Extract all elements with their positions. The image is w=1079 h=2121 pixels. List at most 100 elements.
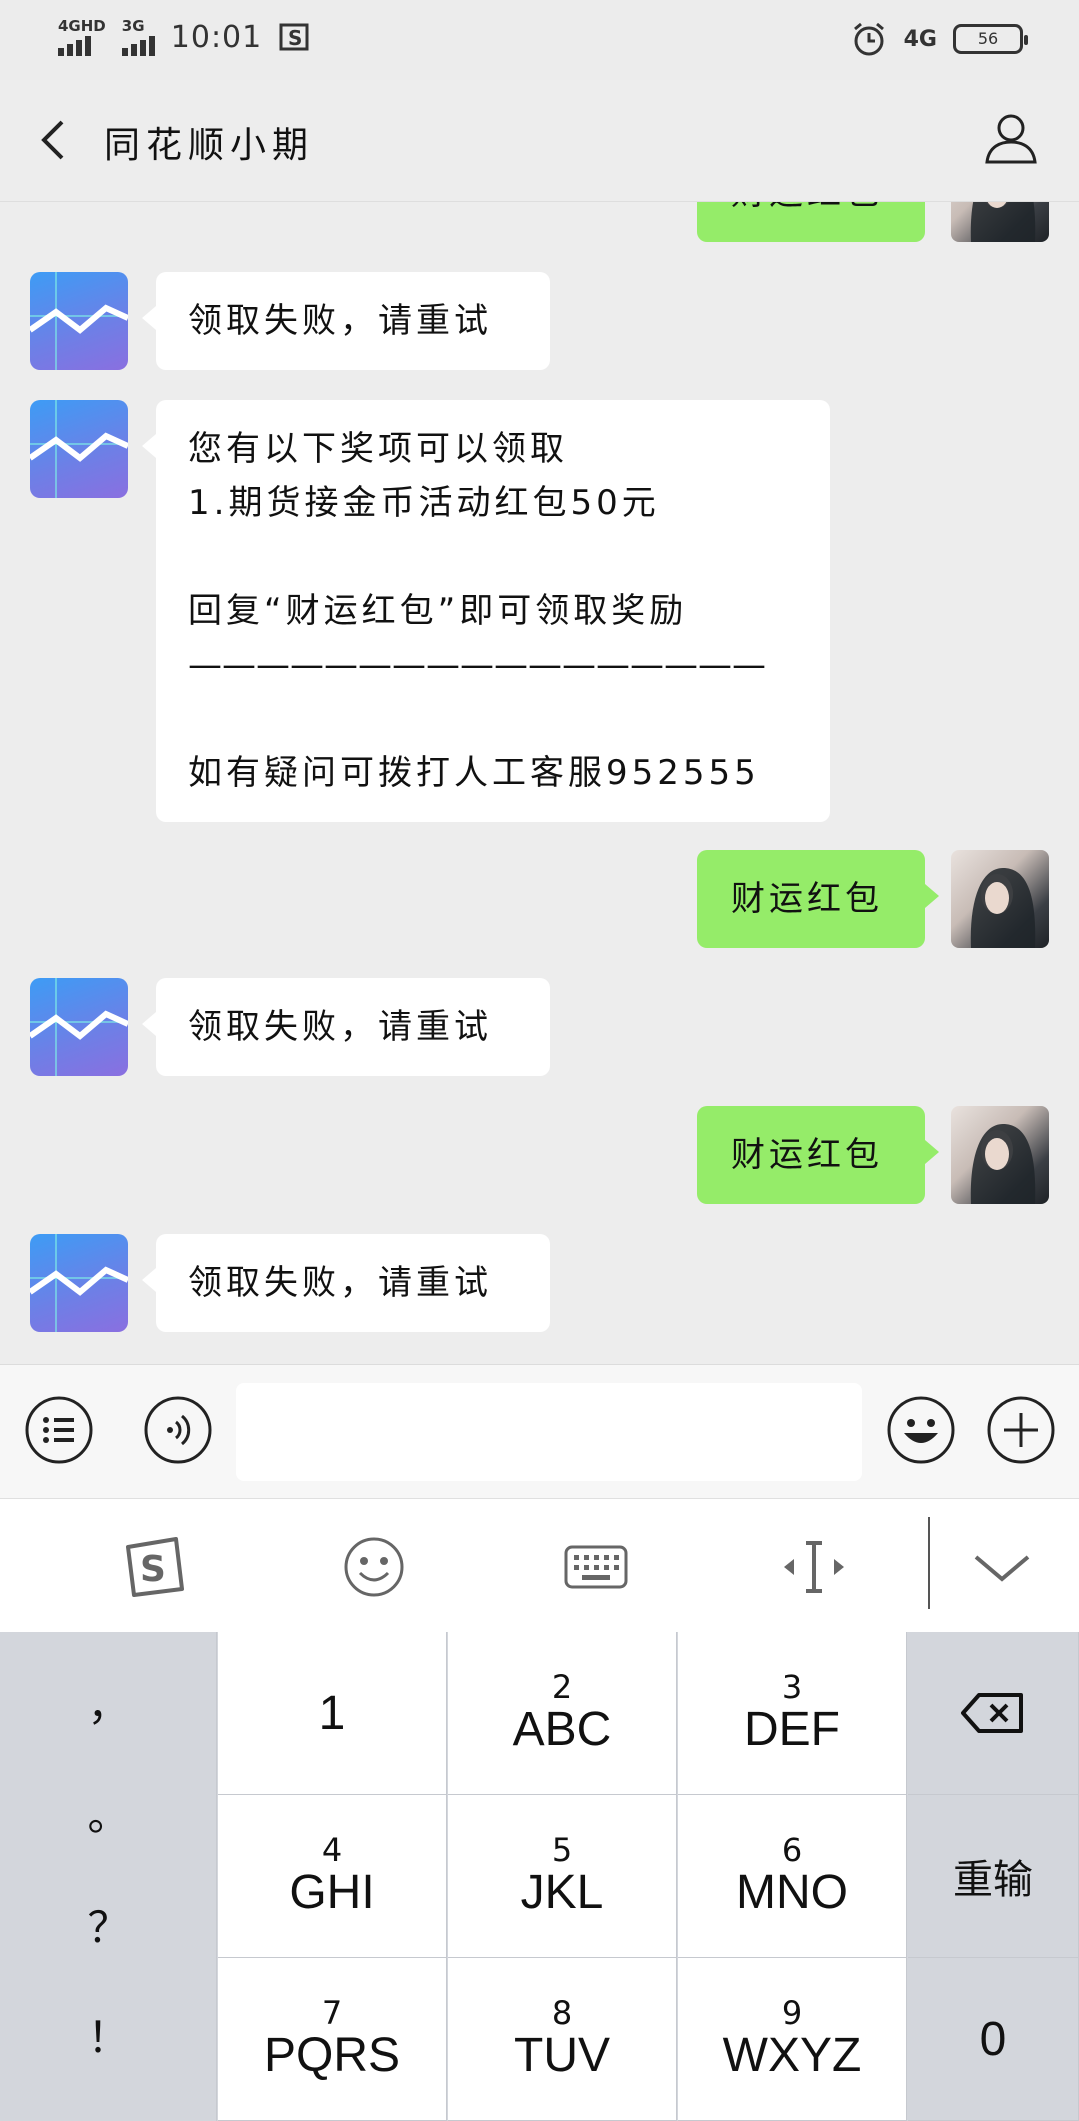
- retype-key[interactable]: 重输: [908, 1795, 1079, 1958]
- voice-icon[interactable]: [143, 1395, 213, 1465]
- key-letters: ABC: [512, 1703, 612, 1756]
- message-line: —————————————————: [188, 645, 766, 685]
- key-letters: JKL: [520, 1866, 604, 1919]
- menu-list-icon[interactable]: [24, 1395, 94, 1465]
- backspace-key[interactable]: [908, 1632, 1079, 1795]
- screenshot-s-icon: S: [279, 23, 309, 51]
- message-line: 回复“财运红包”即可领取奖励: [188, 591, 688, 631]
- svg-text:S: S: [140, 1549, 166, 1590]
- keyboard-icon[interactable]: [562, 1533, 630, 1601]
- message-line: [188, 692, 798, 746]
- user-avatar[interactable]: [951, 850, 1049, 948]
- signal-bars-icon: [121, 34, 155, 56]
- battery-icon: 56: [953, 24, 1028, 54]
- t9-keyboard: ， 。 ？ ！ 1 2 ABC 3 DEF 4 GHI 5 JKL 6 MNO …: [0, 1632, 1079, 2121]
- alarm-clock-icon: [853, 22, 884, 56]
- message-text: 财运红包: [731, 879, 883, 919]
- key-4[interactable]: 4 GHI: [218, 1795, 447, 1958]
- key-number: 4: [321, 1831, 343, 1869]
- network-label-2: 3G: [121, 17, 145, 35]
- key-label: 0: [979, 2012, 1007, 2066]
- key-letters: WXYZ: [722, 2029, 862, 2082]
- message-text: 领取失败，请重试: [188, 1007, 492, 1047]
- backspace-icon: [961, 1693, 1023, 1733]
- key-5[interactable]: 5 JKL: [448, 1795, 677, 1958]
- status-bar: 4GHD 3G 10:01 S 4G 56: [0, 0, 1079, 80]
- emoji-icon[interactable]: [886, 1395, 956, 1465]
- punct-comma-key[interactable]: ，: [0, 1672, 217, 1733]
- input-bar: [0, 1364, 1079, 1498]
- message-text: 领取失败，请重试: [188, 1263, 492, 1303]
- key-7[interactable]: 7 PQRS: [218, 1958, 447, 2121]
- key-letters: PQRS: [263, 2029, 401, 2082]
- user-avatar[interactable]: [951, 1106, 1049, 1204]
- signal-3g: 3G: [121, 17, 155, 56]
- cursor-move-icon[interactable]: [780, 1533, 848, 1601]
- key-number: 3: [781, 1668, 803, 1706]
- message-bubble-in[interactable]: 领取失败，请重试: [142, 1234, 550, 1332]
- status-left: 4GHD 3G 10:01 S: [58, 18, 312, 56]
- signal-bars-icon: [58, 34, 91, 56]
- clock: 10:01: [170, 19, 263, 55]
- retype-label: 重输: [953, 1857, 1033, 1903]
- person-icon[interactable]: [983, 110, 1039, 166]
- user-avatar[interactable]: [951, 202, 1049, 242]
- key-letters: GHI: [289, 1866, 375, 1919]
- bot-avatar[interactable]: [30, 1234, 128, 1332]
- key-letters: TUV: [514, 2029, 610, 2082]
- message-bubble-out[interactable]: 财运红包: [697, 1106, 939, 1204]
- message-bubble-out[interactable]: 财运红包: [697, 202, 925, 242]
- chevron-down-icon[interactable]: [968, 1533, 1036, 1601]
- bot-avatar[interactable]: [30, 978, 128, 1076]
- message-text: 财运红包: [731, 202, 891, 220]
- network-4g-label: 4G: [903, 26, 937, 52]
- title-bar: 同花顺小期: [0, 80, 1079, 202]
- message-text: 财运红包: [731, 1135, 883, 1175]
- battery-level: 56: [977, 29, 999, 48]
- key-number: 2: [551, 1668, 573, 1706]
- key-3[interactable]: 3 DEF: [678, 1632, 907, 1795]
- message-bubble-in[interactable]: 您有以下奖项可以领取 1.期货接金币活动红包50元 回复“财运红包”即可领取奖励…: [142, 400, 830, 822]
- keyboard-toolbar: S: [0, 1498, 1079, 1632]
- punct-period-key[interactable]: 。: [0, 1782, 217, 1843]
- message-bubble-in[interactable]: 领取失败，请重试: [142, 978, 550, 1076]
- bot-avatar[interactable]: [30, 400, 128, 498]
- punct-exclaim-key[interactable]: ！: [0, 2004, 217, 2065]
- signal-4ghd: 4GHD: [58, 18, 106, 56]
- message-bubble-in[interactable]: 领取失败，请重试: [142, 272, 550, 370]
- key-2[interactable]: 2 ABC: [448, 1632, 677, 1795]
- key-letters: DEF: [744, 1703, 840, 1756]
- message-input[interactable]: [236, 1383, 862, 1481]
- plus-icon[interactable]: [986, 1395, 1056, 1465]
- key-number: 7: [321, 1994, 343, 2032]
- chat-title: 同花顺小期: [104, 125, 315, 166]
- network-label-1: 4GHD: [58, 17, 106, 35]
- svg-text:S: S: [288, 26, 302, 50]
- message-text: 领取失败，请重试: [188, 301, 492, 341]
- punctuation-column[interactable]: ， 。 ？ ！: [0, 1632, 217, 2121]
- punct-question-key[interactable]: ？: [0, 1894, 217, 1955]
- key-6[interactable]: 6 MNO: [678, 1795, 907, 1958]
- key-number: 6: [781, 1831, 803, 1869]
- key-8[interactable]: 8 TUV: [448, 1958, 677, 2121]
- key-0[interactable]: 0: [908, 1958, 1079, 2121]
- key-letters: MNO: [736, 1866, 848, 1919]
- key-1[interactable]: 1: [218, 1632, 447, 1795]
- message-line: [188, 530, 798, 584]
- message-line: 如有疑问可拨打人工客服952555: [188, 753, 760, 793]
- key-number: 8: [551, 1994, 573, 2032]
- status-right: 4G 56: [850, 20, 1028, 58]
- emoji-icon[interactable]: [340, 1533, 408, 1601]
- message-line: 您有以下奖项可以领取: [188, 429, 568, 469]
- message-line: 1.期货接金币活动红包50元: [188, 483, 660, 523]
- key-9[interactable]: 9 WXYZ: [678, 1958, 907, 2121]
- back-arrow-icon[interactable]: [30, 116, 78, 164]
- key-label: 1: [318, 1686, 346, 1740]
- key-number: 9: [781, 1994, 803, 2032]
- message-bubble-out[interactable]: 财运红包: [697, 850, 939, 948]
- chat-area[interactable]: 财运红包 领取失败，请重试 您有以下奖项可以领取 1.期货接金币活动红包50元 …: [0, 202, 1079, 1364]
- bot-avatar[interactable]: [30, 272, 128, 370]
- toolbar-divider: [928, 1517, 930, 1609]
- sogou-logo-icon[interactable]: S: [120, 1533, 188, 1601]
- key-number: 5: [551, 1831, 573, 1869]
